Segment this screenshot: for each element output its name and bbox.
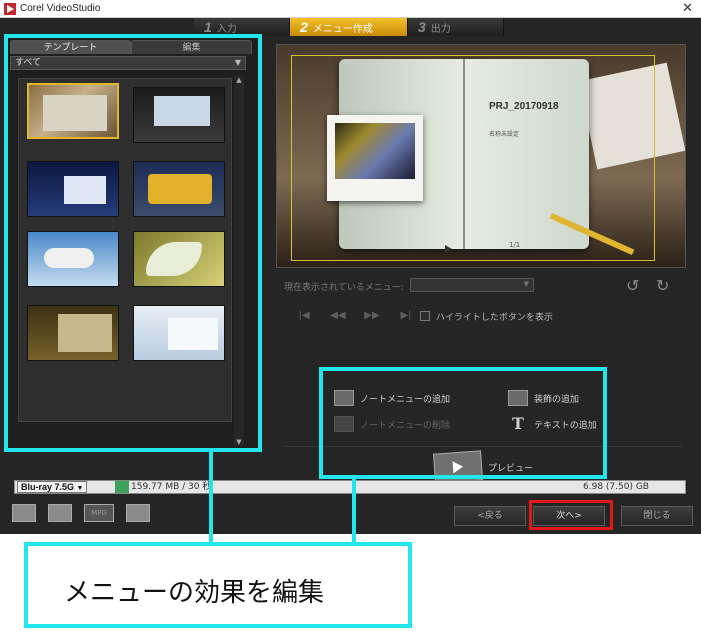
current-menu-label: 現在表示されているメニュー: [284,283,404,293]
callout-text: メニューの効果を編集 [64,578,325,608]
disc-capacity-bar: Blu-ray 7.5G ▼ 159.77 MB / 30 秒 6.98 (7.… [14,480,686,494]
first-icon[interactable]: |◀ [294,310,314,321]
chapter-list-icon[interactable] [12,504,36,522]
undo-icon[interactable]: ↺ [626,276,639,295]
disc-type-value: Blu-ray 7.5G [21,482,75,492]
callout-box: メニューの効果を編集 [24,542,412,628]
used-size: 159.77 MB / 30 秒 [131,482,212,492]
step-output[interactable]: 3 出力 [408,18,504,36]
window-titlebar: Corel VideoStudio ✕ [0,0,701,18]
total-size: 6.98 (7.50) GB [583,482,649,492]
highlight-checkbox[interactable] [420,311,430,321]
disc-type-select[interactable]: Blu-ray 7.5G ▼ [17,481,88,493]
step-number: 2 [300,19,308,35]
step-number: 1 [204,19,212,35]
next-icon[interactable]: ▶▶ [362,310,382,321]
menu-preview: PRJ_20170918 名称未設定 1/1 [276,44,686,268]
step-label: メニュー作成 [312,24,373,35]
chevron-down-icon: ▼ [523,280,529,288]
callout-connector [352,479,356,546]
chevron-down-icon: ▼ [76,485,84,492]
screenshot-root: Corel VideoStudio ✕ 1 入力 2 メニュー作成 3 出力 テンプレ… [0,0,701,632]
current-menu-select[interactable]: ▼ [410,278,534,292]
highlight-label: ハイライトしたボタンを表示 [436,313,553,323]
callout-connector [209,452,213,546]
step-number: 3 [418,19,426,35]
highlight-template-panel [4,34,262,452]
last-icon[interactable]: ▶| [396,310,416,321]
bottom-toolbar: MPG [12,504,150,522]
close-icon[interactable]: ✕ [682,1,693,16]
highlight-menu-actions [319,367,607,479]
playback-controls: |◀ ◀◀ ▶▶ ▶| [294,310,416,321]
close-button[interactable]: 閉じる [621,506,693,526]
step-menu-create[interactable]: 2 メニュー作成 [290,18,408,36]
previous-icon[interactable]: ◀◀ [328,310,348,321]
window-title: Corel VideoStudio [20,3,101,14]
capacity-fill [115,481,129,493]
mpeg-icon[interactable]: MPG [84,504,114,522]
step-label: 出力 [430,24,451,35]
settings-gear-icon[interactable] [48,504,72,522]
safe-area-frame [291,55,655,261]
print-icon[interactable] [126,504,150,522]
highlight-next-button [529,500,613,530]
redo-icon[interactable]: ↻ [656,276,669,295]
app-logo-icon [4,3,16,15]
back-button[interactable]: <戻る [454,506,526,526]
